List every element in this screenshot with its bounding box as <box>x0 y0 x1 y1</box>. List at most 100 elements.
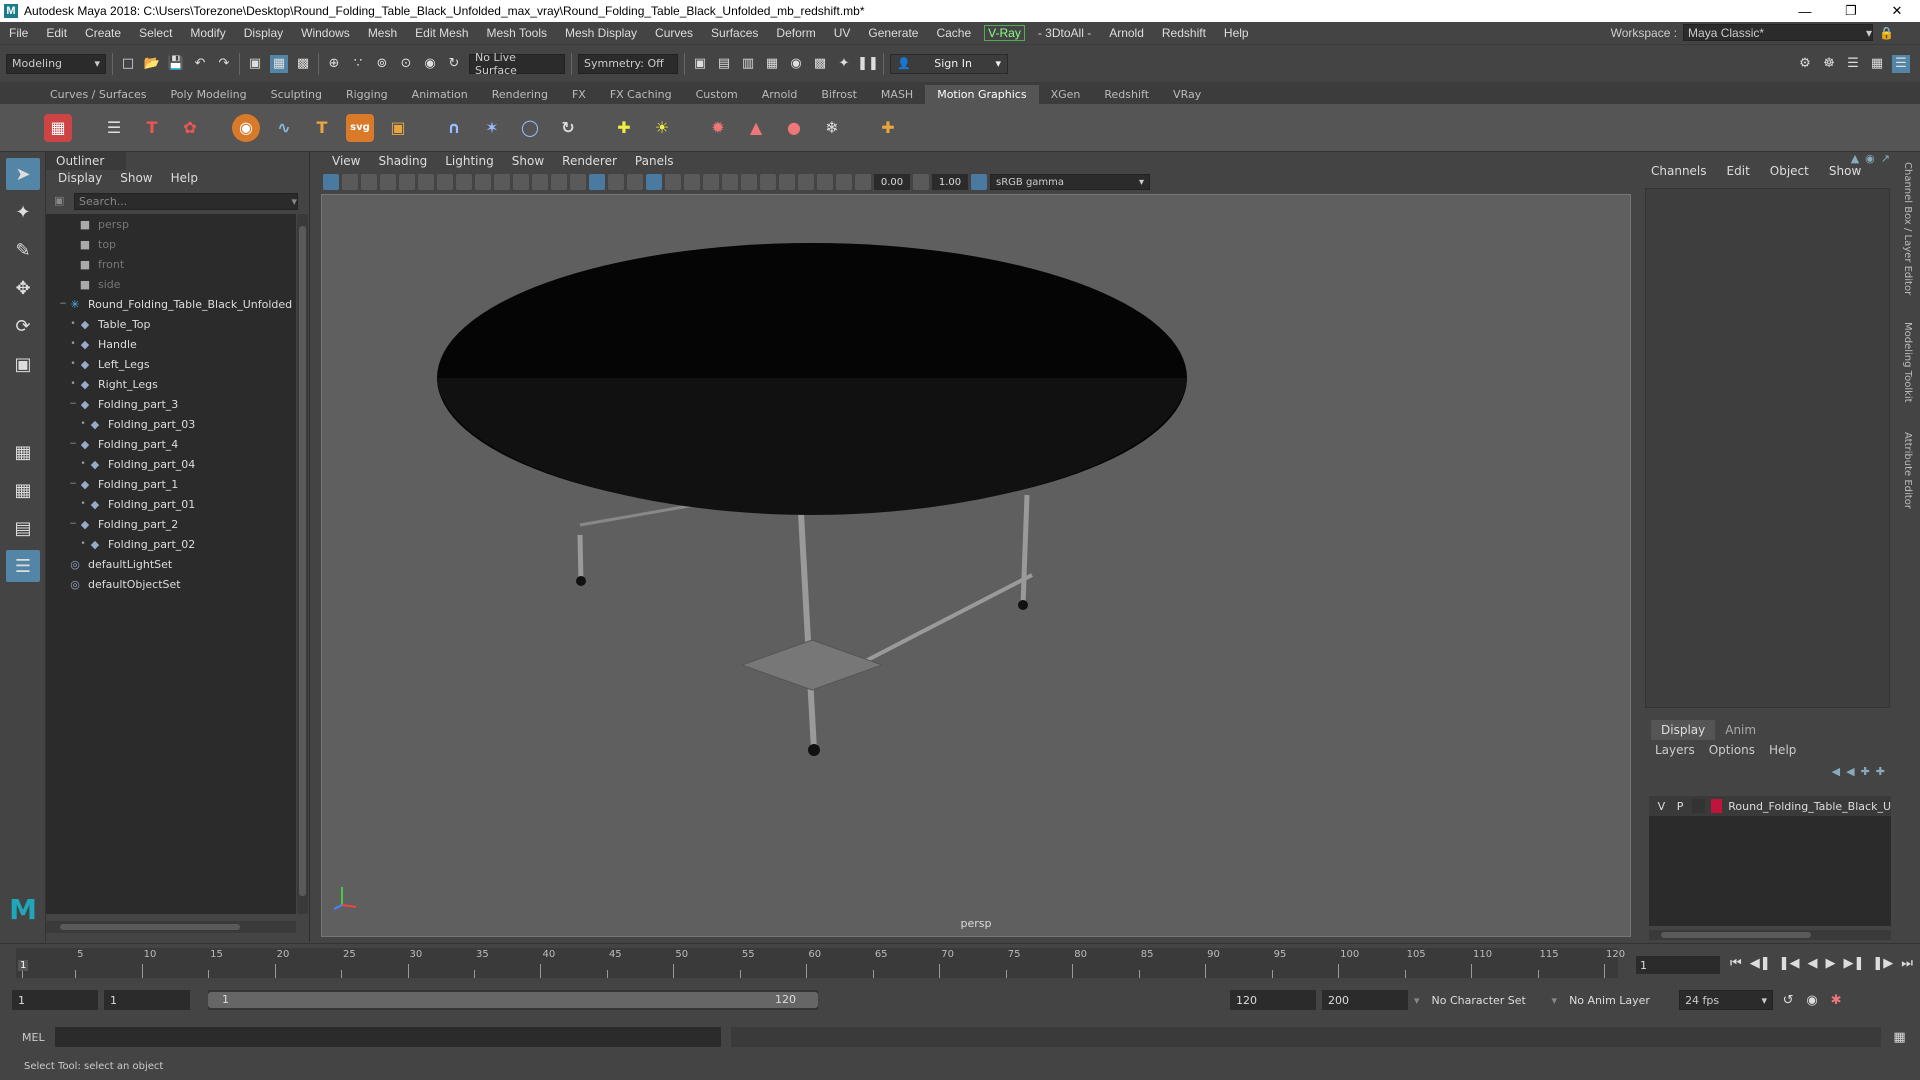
playback-end-field[interactable]: 120 <box>1230 990 1316 1010</box>
render-view-icon[interactable]: ▩ <box>811 55 829 73</box>
viewport-menu-show[interactable]: Show <box>503 152 553 170</box>
snap-point-icon[interactable]: ⊚ <box>373 55 391 73</box>
live-surface-dropdown[interactable]: No Live Surface <box>469 51 565 77</box>
select-camera-icon[interactable] <box>323 174 339 190</box>
menu-cache[interactable]: Cache <box>927 26 980 40</box>
layer-color-swatch[interactable] <box>1711 799 1723 813</box>
text-tool-icon[interactable]: T <box>308 114 336 142</box>
minimize-button[interactable]: — <box>1782 0 1828 22</box>
film-gate-icon[interactable] <box>456 174 472 190</box>
workspace-dropdown[interactable]: Maya Classic* ▾ <box>1683 24 1874 41</box>
ipr-render-icon[interactable]: ▥ <box>739 55 757 73</box>
go-to-start-icon[interactable]: ⏮ <box>1730 956 1742 971</box>
screen-space-ao-icon[interactable] <box>703 174 719 190</box>
sign-in-button[interactable]: 👤 Sign In ▾ <box>890 53 1008 74</box>
outliner-item[interactable]: • ◆ Left_Legs <box>46 354 296 374</box>
shelf-tab-sculpting[interactable]: Sculpting <box>259 85 334 104</box>
character-set-dropdown[interactable]: No Character Set <box>1425 990 1546 1010</box>
shelf-tab-bifrost[interactable]: Bifrost <box>809 85 869 104</box>
side-tab-channel-box[interactable]: Channel Box / Layer Editor <box>1902 162 1913 295</box>
outliner-tab[interactable]: Outliner <box>46 152 126 170</box>
anti-aliasing-icon[interactable] <box>741 174 757 190</box>
outliner-search-input[interactable]: Search... ▾ <box>74 193 298 210</box>
depth-of-field-icon[interactable] <box>760 174 776 190</box>
bookmark-icon[interactable] <box>361 174 377 190</box>
redo-icon[interactable]: ↷ <box>215 55 233 73</box>
color-space-dropdown[interactable]: sRGB gamma ▾ <box>990 174 1150 190</box>
magnet-icon[interactable]: ∩ <box>440 114 468 142</box>
pause-icon[interactable]: ❚❚ <box>857 55 879 73</box>
paint-icon[interactable]: ● <box>780 114 808 142</box>
field-chart-icon[interactable] <box>513 174 529 190</box>
side-tab-attribute-editor[interactable]: Attribute Editor <box>1902 432 1913 509</box>
scrollbar-thumb[interactable] <box>60 924 240 930</box>
menu-create[interactable]: Create <box>76 26 130 40</box>
channel-menu-show[interactable]: Show <box>1829 164 1861 182</box>
viewport-menu-view[interactable]: View <box>323 152 369 170</box>
menu-deform[interactable]: Deform <box>767 26 824 40</box>
outliner-menu-display[interactable]: Display <box>58 171 102 189</box>
dynamics-icon[interactable]: ✶ <box>478 114 506 142</box>
snap-view-icon[interactable]: ⊙ <box>397 55 415 73</box>
outliner-item[interactable]: ◎ defaultLightSet <box>46 554 296 574</box>
outliner-item[interactable]: − ◆ Folding_part_4 <box>46 434 296 454</box>
viewport-menu-shading[interactable]: Shading <box>369 152 436 170</box>
outliner-item[interactable]: • ◆ Folding_part_02 <box>46 534 296 554</box>
pivot-icon[interactable]: ✚ <box>874 114 902 142</box>
collapse-toggle-icon[interactable]: − <box>68 479 78 489</box>
shelf-tab-curves-surfaces[interactable]: Curves / Surfaces <box>38 85 159 104</box>
close-button[interactable]: ✕ <box>1874 0 1920 22</box>
select-hierarchy-icon[interactable]: ▣ <box>246 55 264 73</box>
exposure-field[interactable]: 0.00 <box>874 174 910 190</box>
sphere-icon[interactable]: ◉ <box>232 113 260 142</box>
2d-pan-zoom-icon[interactable] <box>399 174 415 190</box>
attribute-editor-icon[interactable]: ☰ <box>1844 55 1862 73</box>
menu-help[interactable]: Help <box>1215 26 1258 40</box>
channel-box-icon[interactable]: ☰ <box>1892 54 1910 73</box>
outliner-item[interactable]: ■ persp <box>46 214 296 234</box>
script-editor-icon[interactable]: ▦ <box>1891 1028 1909 1046</box>
channel-menu-object[interactable]: Object <box>1770 164 1809 182</box>
use-lights-icon[interactable] <box>665 174 681 190</box>
menu-mesh[interactable]: Mesh <box>359 26 406 40</box>
snowflake-icon[interactable]: ❄ <box>818 114 846 142</box>
snap-curve-icon[interactable]: ∵ <box>349 55 367 73</box>
curve-icon[interactable]: ∿ <box>270 114 298 142</box>
range-bar[interactable]: 1 120 <box>208 990 818 1010</box>
current-frame-field[interactable]: 1 <box>1636 956 1720 974</box>
exposure-icon[interactable] <box>855 174 871 190</box>
menu-arnold[interactable]: Arnold <box>1100 26 1153 40</box>
range-handle[interactable] <box>208 992 818 1008</box>
animation-end-field[interactable]: 200 <box>1322 990 1408 1010</box>
side-tab-modeling-toolkit[interactable]: Modeling Toolkit <box>1902 322 1913 403</box>
collapse-toggle-icon[interactable]: − <box>58 299 68 309</box>
shelf-tab-fx[interactable]: FX <box>560 85 598 104</box>
snap-live-icon[interactable]: ↻ <box>445 55 463 73</box>
layer-playback-toggle[interactable]: P <box>1674 800 1687 813</box>
restore-button[interactable]: ❐ <box>1828 0 1874 22</box>
grease-pencil-icon[interactable] <box>418 174 434 190</box>
menu-mesh-display[interactable]: Mesh Display <box>556 26 646 40</box>
step-back-frame-icon[interactable]: ❚◀ <box>1779 956 1800 971</box>
shelf-tab-rendering[interactable]: Rendering <box>480 85 560 104</box>
render-frame-icon[interactable]: ▣ <box>691 55 709 73</box>
outliner-item[interactable]: − ◆ Folding_part_1 <box>46 474 296 494</box>
new-scene-icon[interactable]: □ <box>119 55 137 73</box>
step-back-key-icon[interactable]: ◀❚ <box>1750 956 1771 971</box>
single-view-icon[interactable]: ▦ <box>6 436 40 468</box>
safe-title-icon[interactable] <box>551 174 567 190</box>
scrollbar-thumb[interactable] <box>1661 932 1811 938</box>
outliner-item[interactable]: − ✳ Round_Folding_Table_Black_Unfolded <box>46 294 296 314</box>
viewport-menu-panels[interactable]: Panels <box>626 152 683 170</box>
safe-action-icon[interactable] <box>532 174 548 190</box>
shelf-tab-mash[interactable]: MASH <box>869 85 925 104</box>
xray-components-icon[interactable] <box>836 174 852 190</box>
xray-joints-icon[interactable] <box>817 174 833 190</box>
anim-layer-dropdown[interactable]: No Anim Layer <box>1563 990 1674 1010</box>
outliner-item[interactable]: • ◆ Folding_part_01 <box>46 494 296 514</box>
move-layer-up-icon[interactable]: ◀ <box>1832 765 1840 778</box>
menu-modify[interactable]: Modify <box>181 26 234 40</box>
menu-redshift[interactable]: Redshift <box>1153 26 1215 40</box>
render-settings-icon[interactable]: ▦ <box>763 55 781 73</box>
step-forward-frame-icon[interactable]: ▶❚ <box>1843 956 1864 971</box>
